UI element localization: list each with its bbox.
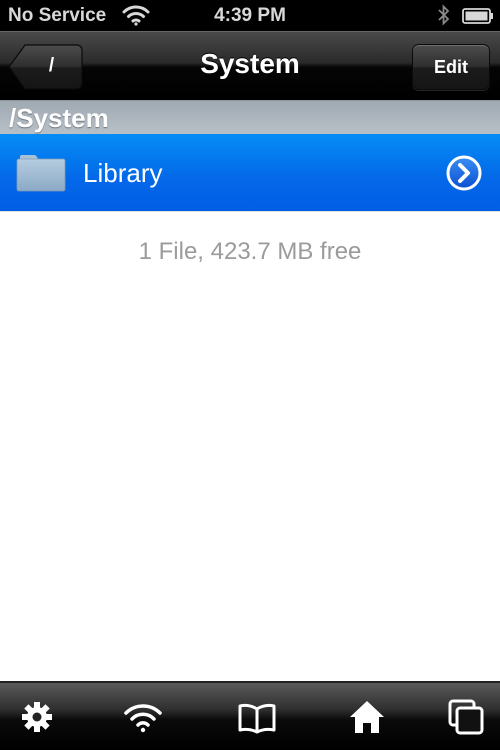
- bluetooth-icon: [438, 4, 450, 26]
- book-icon: [238, 703, 276, 734]
- windows-button[interactable]: [446, 697, 486, 737]
- windows-icon: [448, 699, 484, 735]
- bottom-toolbar: [0, 681, 500, 750]
- disclosure-icon[interactable]: [446, 155, 482, 191]
- wifi-sharing-button[interactable]: [123, 697, 163, 737]
- storage-summary: 1 File, 423.7 MB free: [138, 238, 362, 265]
- gear-icon: [22, 702, 52, 732]
- home-button[interactable]: [347, 697, 387, 737]
- edit-button[interactable]: Edit: [412, 44, 490, 90]
- clock: 4:39 PM: [214, 5, 286, 26]
- file-row-library[interactable]: Library: [0, 134, 500, 211]
- folder-icon: [16, 155, 66, 192]
- status-bar: No Service 4:39 PM: [0, 0, 500, 31]
- battery-icon: [462, 8, 493, 24]
- file-name: Library: [83, 158, 163, 188]
- current-path: /System: [9, 103, 109, 133]
- home-icon: [350, 701, 384, 733]
- row-separator: [0, 211, 500, 212]
- wifi-icon: [124, 704, 162, 733]
- path-header: /System: [0, 100, 500, 134]
- settings-button[interactable]: [17, 697, 57, 737]
- navigation-bar: / System Edit: [0, 31, 500, 100]
- bookmarks-button[interactable]: [237, 697, 277, 737]
